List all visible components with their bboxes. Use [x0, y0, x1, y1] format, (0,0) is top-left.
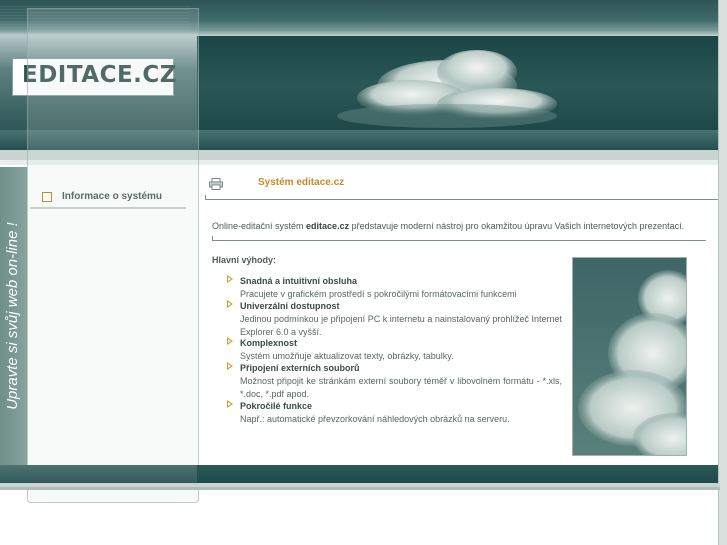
intro-divider-tick	[212, 236, 213, 241]
header-cloud-image	[197, 36, 720, 130]
feature-title: Připojení externích souborů	[240, 363, 360, 373]
intro-divider	[212, 240, 706, 241]
sidebar-divider	[30, 207, 186, 209]
footer-band	[197, 465, 718, 483]
printer-icon[interactable]	[209, 177, 223, 190]
feature-desc: Možnost připojit ke stránkám externí sou…	[240, 376, 562, 399]
sidebar-item-label[interactable]: Informace o systému	[62, 191, 162, 202]
title-divider	[205, 199, 718, 200]
advantages-heading: Hlavní výhody:	[212, 255, 277, 265]
intro-prefix: Online-editační systém	[212, 221, 307, 231]
footer-divider-dark	[0, 487, 720, 490]
cloud-photo	[572, 257, 687, 456]
triangle-right-icon	[227, 300, 233, 308]
square-bullet-icon	[42, 192, 52, 202]
triangle-right-icon	[227, 337, 233, 345]
feature-title: Snadná a intuitivní obsluha	[240, 276, 358, 286]
intro-paragraph: Online-editační systém editace.cz předst…	[212, 221, 712, 231]
feature-title: Univerzální dostupnost	[240, 301, 340, 311]
title-divider-tick	[205, 195, 206, 200]
triangle-right-icon	[227, 362, 233, 370]
feature-desc: Systém umožňuje aktualizovat texty, obrá…	[240, 351, 454, 361]
triangle-right-icon	[227, 275, 233, 283]
feature-desc: Pracujete v grafickém prostředí s pokroč…	[240, 289, 517, 299]
feature-desc: Např.: automatické převzorkování náhledo…	[240, 414, 510, 424]
sidebar-panel	[27, 8, 199, 503]
right-edge-strip	[718, 0, 727, 545]
feature-title: Pokročilé funkce	[240, 401, 313, 411]
intro-brand: editace.cz	[306, 221, 350, 231]
feature-desc: Jedinou podmínkou je připojení PC k inte…	[240, 314, 562, 337]
intro-suffix: představuje moderní nástroj pro okamžito…	[349, 221, 685, 231]
triangle-right-icon	[227, 400, 233, 408]
page-title: Systém editace.cz	[258, 177, 345, 188]
feature-title: Komplexnost	[240, 338, 298, 348]
footer-left-band	[0, 465, 197, 483]
cloud-illustration	[337, 50, 557, 128]
slogan-text: Upravte si svůj web on-line !	[4, 222, 21, 410]
